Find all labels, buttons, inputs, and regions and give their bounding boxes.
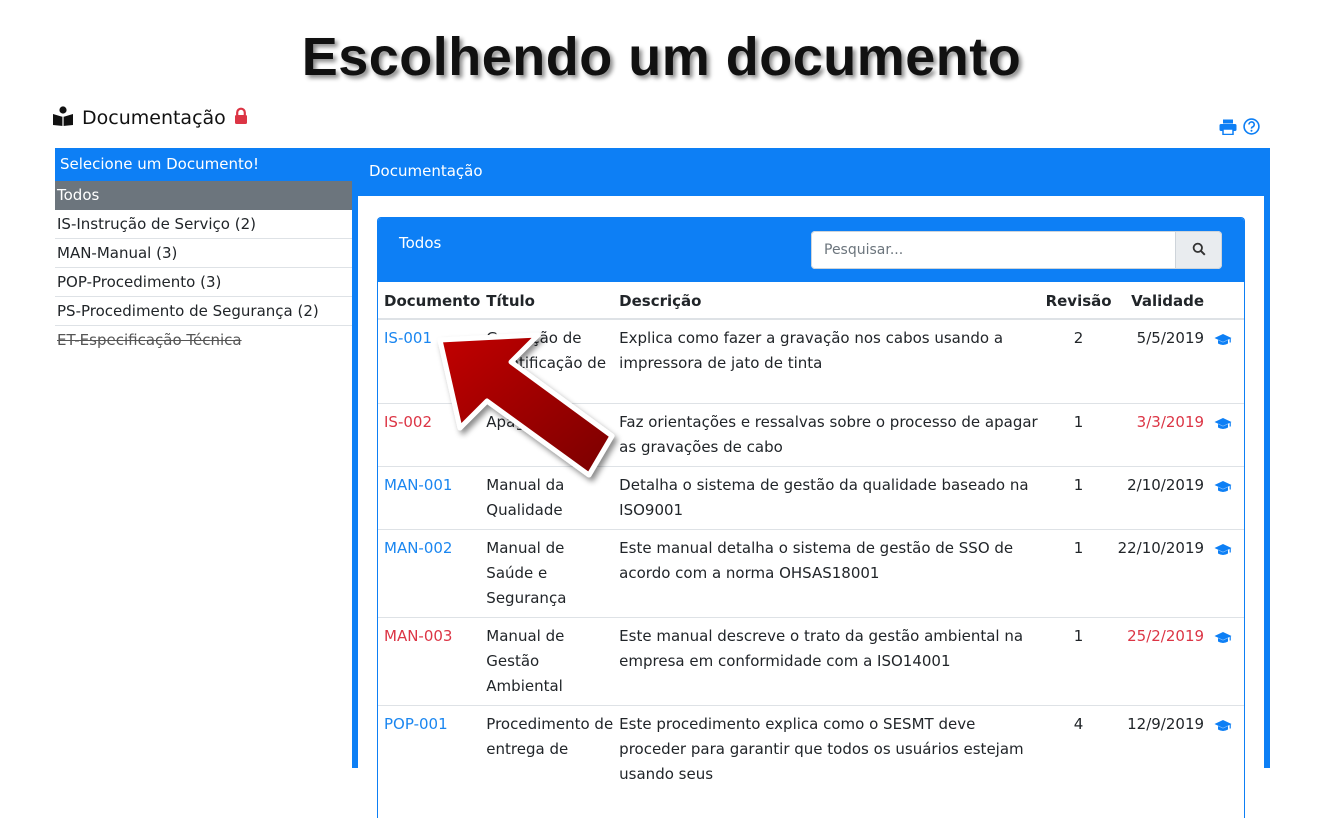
document-description: Este manual descreve o trato da gestão a… [613,616,1046,705]
column-header-revisao[interactable]: Revisão [1045,284,1112,320]
document-title: Gravação de Identificação de [480,318,614,403]
document-validity: 5/5/2019 [1111,318,1209,403]
table-row: MAN-001 Manual da Qualidade Detalha o si… [378,465,1244,529]
document-category-sidebar: Selecione um Documento! Todos IS-Instruç… [55,148,352,355]
lock-icon [234,107,248,129]
column-header-titulo[interactable]: Título [480,284,614,320]
document-validity: 22/10/2019 [1111,528,1209,617]
document-title: Manual de Saúde e Segurança [480,528,614,617]
document-revision: 2 [1045,318,1112,403]
document-title: Manual de Gestão Ambiental [480,616,614,705]
table-row: POP-001 Procedimento de entrega de Este … [378,704,1244,793]
document-validity: 3/3/2019 [1111,402,1209,466]
page-header: Documentação [52,106,248,130]
document-title: Procedimento de entrega de [480,704,613,793]
sidebar-item-todos[interactable]: Todos [55,181,352,210]
document-revision: 1 [1045,402,1112,466]
table-row: MAN-002 Manual de Saúde e Segurança Este… [378,528,1244,617]
column-header-descricao[interactable]: Descrição [613,284,1046,320]
document-validity: 25/2/2019 [1111,616,1209,705]
panel-body: Todos Docume [358,196,1264,818]
document-title: Apagar [480,402,614,466]
document-link[interactable]: MAN-001 [384,476,452,494]
sidebar-item-is[interactable]: IS-Instrução de Serviço (2) [55,210,352,239]
documentation-panel: Documentação Todos Pesquisar... Document… [352,148,1270,818]
document-revision: 1 [1045,465,1112,529]
search-input[interactable] [811,231,1175,269]
document-revision: 1 [1045,528,1112,617]
sidebar-item-man[interactable]: MAN-Manual (3) [55,239,352,268]
sidebar-item-pop[interactable]: POP-Procedimento (3) [55,268,352,297]
document-link[interactable]: IS-001 [384,329,432,347]
document-link[interactable]: POP-001 [384,715,448,733]
graduation-cap-icon[interactable] [1214,628,1232,653]
document-description: Explica como fazer a gravação nos cabos … [613,318,1046,403]
column-header-documento[interactable]: Documento [378,284,481,320]
document-title: Manual da Qualidade [480,465,614,529]
search-button[interactable] [1175,231,1222,269]
graduation-cap-icon[interactable] [1214,330,1232,355]
document-validity: 2/10/2019 [1111,465,1209,529]
page-title: Documentação [82,107,226,129]
document-link[interactable]: MAN-003 [384,627,452,645]
documents-card: Todos Docume [377,217,1245,818]
document-revision: 1 [1045,616,1112,705]
graduation-cap-icon[interactable] [1214,477,1232,502]
sidebar-item-ps[interactable]: PS-Procedimento de Segurança (2) [55,297,352,326]
print-icon[interactable] [1219,119,1237,139]
top-tools [1219,118,1260,139]
search-icon [1192,241,1206,260]
reader-icon [52,106,74,130]
table-row: IS-002 Apagar Faz orientações e ressalva… [378,402,1244,466]
documents-card-title: Todos [399,234,442,252]
table-header-row: Documento Título Descrição Revisão Valid… [378,284,1244,320]
document-description: Este procedimento explica como o SESMT d… [613,704,1046,793]
search-group [811,231,1222,269]
document-description: Este manual detalha o sistema de gestão … [613,528,1046,617]
column-header-validade[interactable]: Validade [1111,284,1209,320]
document-link[interactable]: IS-002 [384,413,432,431]
slide-title: Escolhendo um documento [301,27,1022,87]
documents-table: Documento Título Descrição Revisão Valid… [378,284,1244,793]
graduation-cap-icon[interactable] [1214,716,1232,741]
document-description: Detalha o sistema de gestão da qualidade… [613,465,1046,529]
document-revision: 4 [1045,704,1112,793]
document-description: Faz orientações e ressalvas sobre o proc… [613,402,1046,466]
help-icon[interactable] [1243,118,1260,139]
documents-card-header: Todos [378,218,1244,282]
sidebar-item-et[interactable]: ET-Especificação Técnica [55,326,352,355]
column-header-actions [1208,284,1244,320]
table-row: MAN-003 Manual de Gestão Ambiental Este … [378,616,1244,705]
document-link[interactable]: MAN-002 [384,539,452,557]
document-validity: 12/9/2019 [1111,704,1209,793]
table-row: IS-001 Gravação de Identificação de Expl… [378,318,1244,403]
panel-title: Documentação [369,162,483,180]
sidebar-heading: Selecione um Documento! [55,148,352,181]
graduation-cap-icon[interactable] [1214,540,1232,565]
graduation-cap-icon[interactable] [1214,414,1232,439]
